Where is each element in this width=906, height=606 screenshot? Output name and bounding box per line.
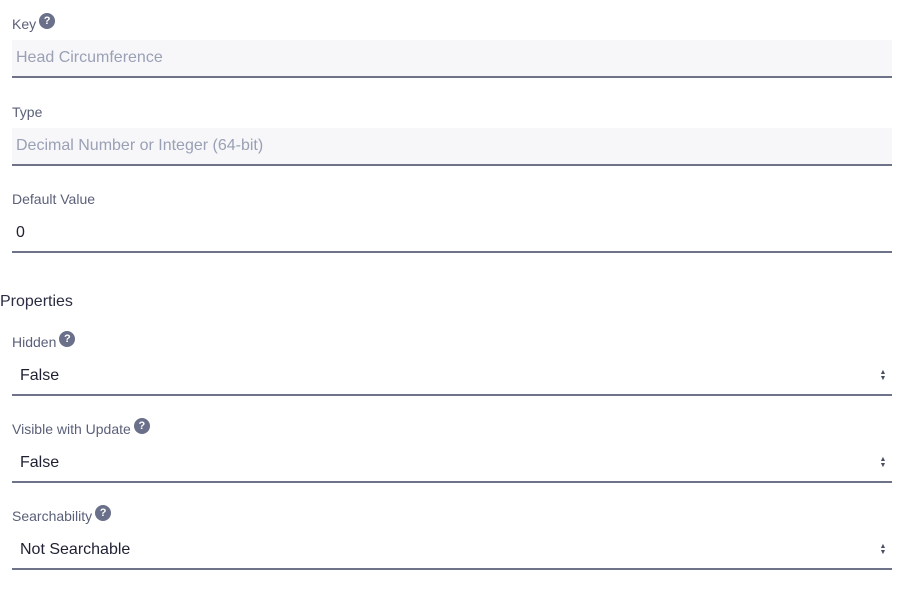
hidden-select-value: False (20, 367, 60, 384)
hidden-label: Hidden (12, 334, 57, 350)
searchability-label: Searchability (12, 508, 93, 524)
hidden-help-icon[interactable]: ? (59, 331, 76, 347)
hidden-select[interactable]: False ▲ ▼ (12, 358, 892, 396)
key-input: Head Circumference (12, 40, 892, 78)
searchability-select[interactable]: Not Searchable ▲ ▼ (12, 532, 892, 570)
sort-arrows-icon: ▲ ▼ (879, 456, 887, 469)
properties-section-title: Properties (0, 293, 73, 310)
type-label: Type (12, 104, 43, 120)
key-help-icon[interactable]: ? (39, 13, 56, 29)
type-input: Decimal Number or Integer (64-bit) (12, 128, 892, 166)
searchability-select-value: Not Searchable (20, 541, 131, 558)
searchability-help-icon[interactable]: ? (95, 505, 112, 521)
hidden-label-row: Hidden ? (12, 331, 892, 352)
sort-arrows-icon: ▲ ▼ (879, 543, 887, 556)
field-editor-form: Key ? Head Circumference Type Decimal Nu… (0, 0, 906, 606)
default-value-input-value: 0 (16, 224, 25, 241)
default-value-label: Default Value (12, 191, 96, 207)
key-label: Key (12, 16, 37, 32)
default-value-label-row: Default Value (12, 189, 892, 209)
visible-with-update-label: Visible with Update (12, 421, 131, 437)
sort-arrows-icon: ▲ ▼ (879, 369, 887, 382)
visible-with-update-label-row: Visible with Update ? (12, 418, 892, 439)
searchability-label-row: Searchability ? (12, 505, 892, 526)
default-value-field-group: Default Value 0 (12, 189, 892, 253)
type-input-value: Decimal Number or Integer (64-bit) (16, 137, 264, 154)
visible-with-update-field-group: Visible with Update ? False ▲ ▼ (12, 418, 892, 483)
type-field-group: Type Decimal Number or Integer (64-bit) (12, 102, 892, 166)
hidden-field-group: Hidden ? False ▲ ▼ (12, 331, 892, 396)
type-label-row: Type (12, 102, 892, 122)
key-field-group: Key ? Head Circumference (12, 13, 892, 78)
searchability-field-group: Searchability ? Not Searchable ▲ ▼ (12, 505, 892, 570)
visible-with-update-select-value: False (20, 454, 60, 471)
visible-with-update-select[interactable]: False ▲ ▼ (12, 445, 892, 483)
visible-with-update-help-icon[interactable]: ? (133, 418, 150, 434)
key-input-value: Head Circumference (16, 49, 163, 66)
default-value-input[interactable]: 0 (12, 215, 892, 253)
key-label-row: Key ? (12, 13, 892, 34)
